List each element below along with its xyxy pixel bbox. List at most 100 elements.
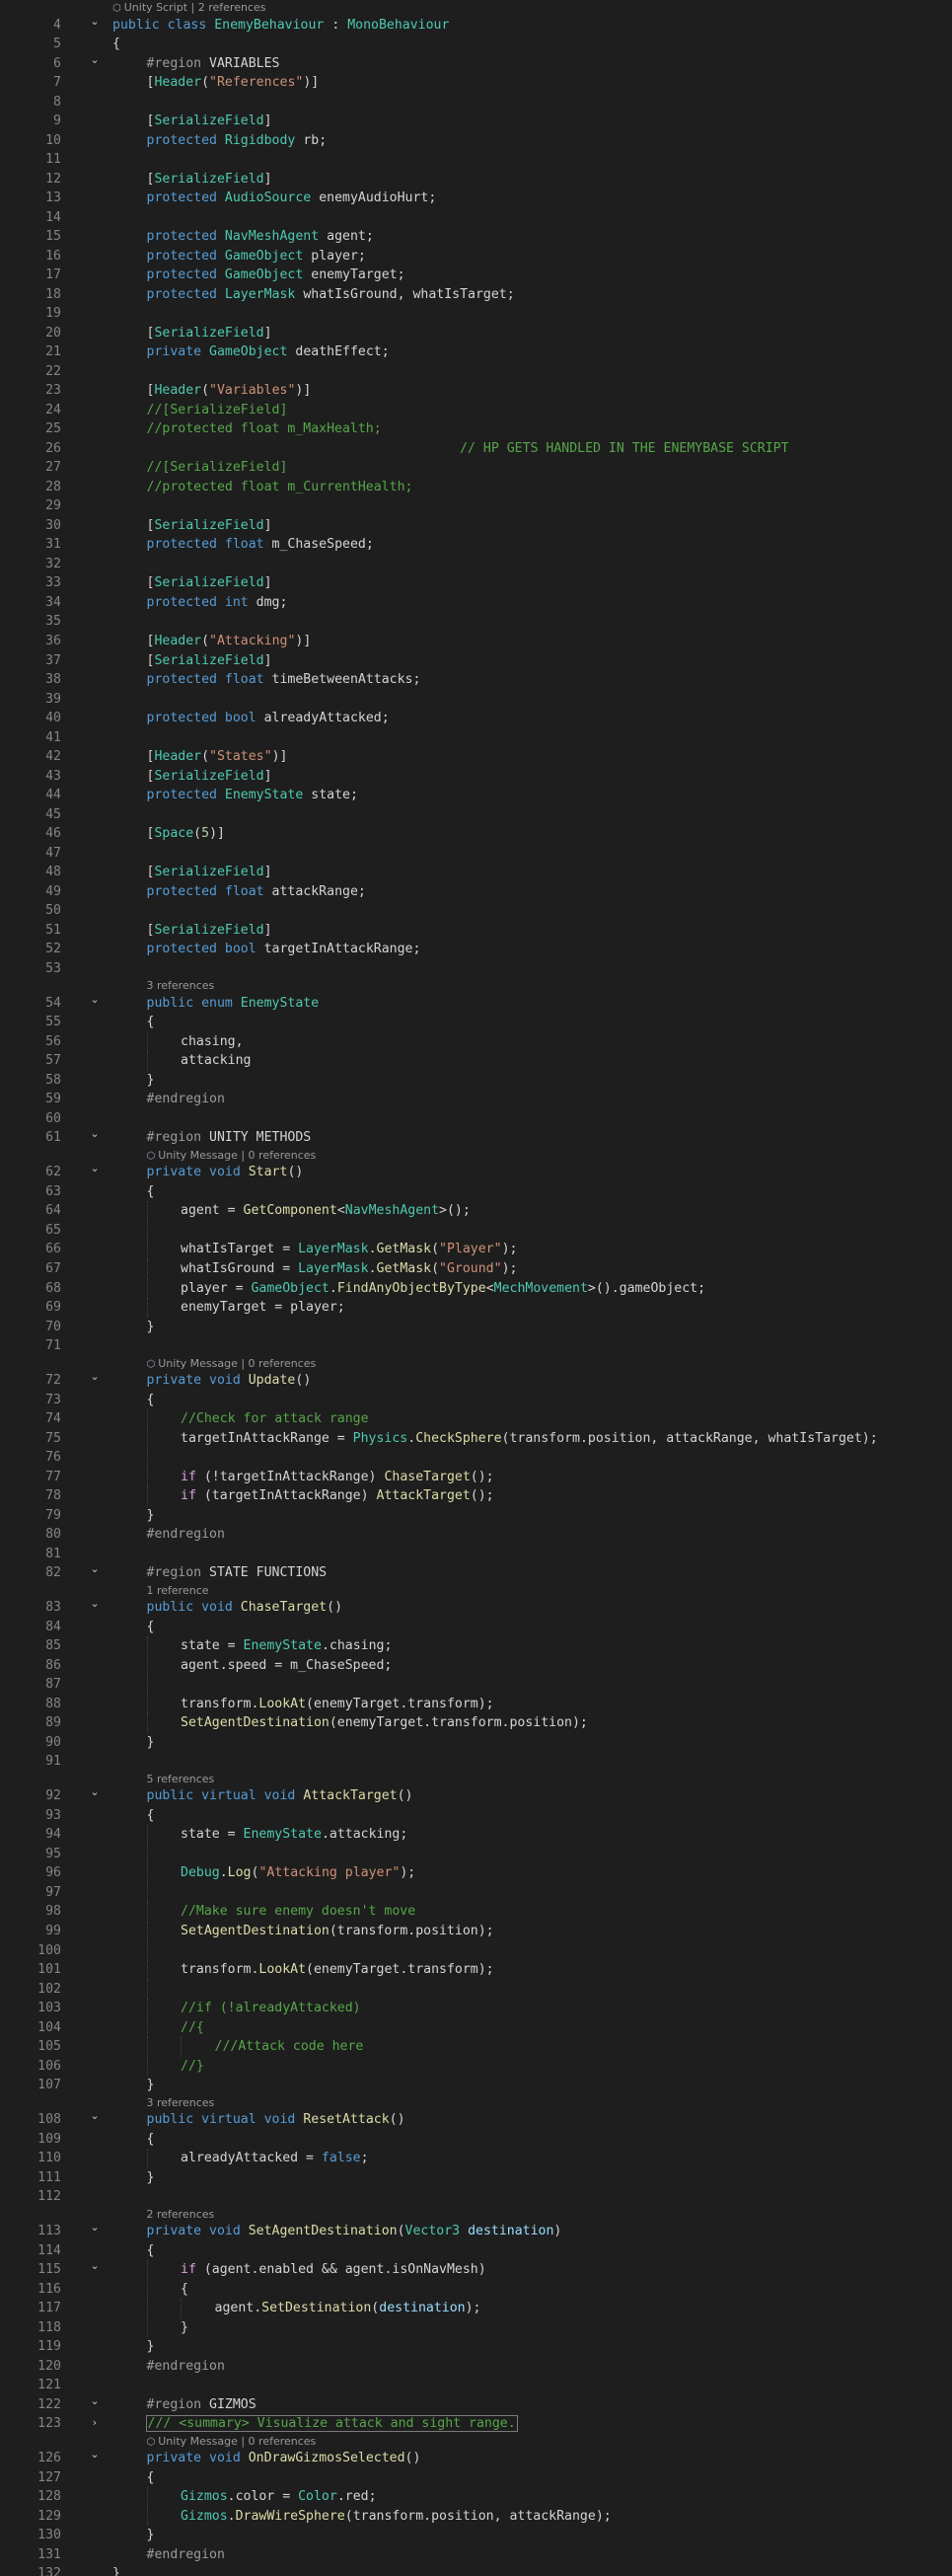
code-text[interactable]: /// <summary> Visualize attack and sight… [145,2414,518,2434]
code-text[interactable]: } [112,2564,120,2576]
code-text[interactable]: whatIsGround = LayerMask.GetMask("Ground… [181,1259,517,1279]
code-text[interactable]: //{ [181,2018,204,2038]
code-text[interactable]: [SerializeField] [147,921,272,941]
code-text[interactable]: [SerializeField] [147,651,272,671]
codelens[interactable]: ⬡ Unity Message | 0 references [147,1356,317,1373]
code-text[interactable]: public class EnemyBehaviour : MonoBehavi… [112,16,449,36]
code-text[interactable]: Debug.Log("Attacking player"); [181,1863,415,1883]
code-text[interactable]: [SerializeField] [147,516,272,536]
code-text[interactable]: transform.LookAt(enemyTarget.transform); [181,1695,494,1714]
code-text[interactable]: player = GameObject.FindAnyObjectByType<… [181,1279,705,1299]
codelens[interactable]: 3 references [147,2095,215,2111]
code-text[interactable]: } [147,1506,155,1526]
code-text[interactable]: { [147,2130,155,2150]
code-text[interactable]: Gizmos.DrawWireSphere(transform.position… [181,2507,612,2527]
code-text[interactable]: state = EnemyState.chasing; [181,1636,392,1656]
code-text[interactable]: SetAgentDestination(enemyTarget.transfor… [181,1713,588,1733]
codelens-text[interactable]: 3 references [147,2096,215,2109]
codelens-text[interactable]: Unity Message | 0 references [158,1149,316,1162]
code-text[interactable]: { [147,1391,155,1410]
code-text[interactable]: agent.speed = m_ChaseSpeed; [181,1656,392,1676]
codelens-text[interactable]: Unity Message | 0 references [158,2435,316,2448]
code-text[interactable]: [Space(5)] [147,824,225,844]
code-text[interactable]: private void Update() [147,1371,312,1391]
code-text[interactable]: agent = GetComponent<NavMeshAgent>(); [181,1201,471,1221]
code-text[interactable]: public enum EnemyState [147,994,320,1014]
code-text[interactable]: protected AudioSource enemyAudioHurt; [147,189,437,208]
code-text[interactable]: agent.SetDestination(destination); [215,2299,481,2318]
code-text[interactable]: transform.LookAt(enemyTarget.transform); [181,1960,494,1980]
code-text[interactable]: } [147,1733,155,1753]
chevron-down-icon[interactable]: ⌄ [89,53,101,66]
codelens-text[interactable]: 5 references [147,1773,215,1785]
code-text[interactable]: { [112,35,120,54]
code-text[interactable]: //[SerializeField] [147,458,288,478]
code-text[interactable]: if (agent.enabled && agent.isOnNavMesh) [181,2260,486,2280]
code-text[interactable]: protected int dmg; [147,593,288,613]
code-text[interactable]: chasing, [181,1032,244,1052]
code-text[interactable]: [Header("Attacking")] [147,632,312,651]
code-text[interactable]: //Make sure enemy doesn't move [181,1902,415,1922]
chevron-down-icon[interactable]: ⌄ [89,1128,101,1140]
codelens[interactable]: 3 references [147,978,215,994]
code-text[interactable]: { [147,2468,155,2488]
code-text[interactable]: { [181,2280,188,2300]
code-text[interactable]: } [147,1071,155,1091]
code-text[interactable]: #endregion [147,1525,225,1545]
code-text[interactable]: [Header("Variables")] [147,381,312,401]
code-text[interactable]: //} [181,2057,204,2077]
chevron-down-icon[interactable]: ⌄ [89,1371,101,1383]
code-text[interactable]: protected bool alreadyAttacked; [147,709,390,728]
code-text[interactable]: { [147,1618,155,1637]
code-text[interactable]: } [147,2168,155,2188]
codelens[interactable]: 5 references [147,1772,215,1787]
code-text[interactable]: //Check for attack range [181,1409,369,1429]
code-text[interactable]: [SerializeField] [147,324,272,343]
chevron-down-icon[interactable]: ⌄ [89,1598,101,1610]
code-text[interactable]: protected float m_ChaseSpeed; [147,535,374,555]
codelens[interactable]: 1 reference [147,1583,209,1599]
codelens-text[interactable]: 3 references [147,979,215,992]
code-text[interactable]: } [147,2076,155,2095]
code-text[interactable]: #endregion [147,2545,225,2565]
code-text[interactable]: } [147,1318,155,1337]
code-text[interactable]: private void Start() [147,1163,304,1182]
chevron-down-icon[interactable]: ⌄ [89,993,101,1006]
code-text[interactable]: [SerializeField] [147,767,272,787]
codelens[interactable]: ⬡ Unity Script | 2 references [112,0,266,17]
code-text[interactable]: state = EnemyState.attacking; [181,1825,407,1845]
code-text[interactable]: if (targetInAttackRange) AttackTarget(); [181,1486,494,1506]
code-text[interactable]: } [147,2337,155,2357]
codelens[interactable]: 2 references [147,2207,215,2223]
chevron-down-icon[interactable]: ⌄ [89,2110,101,2122]
code-text[interactable]: private void SetAgentDestination(Vector3… [147,2222,562,2241]
chevron-down-icon[interactable]: ⌄ [89,15,101,28]
code-text[interactable]: ///Attack code here [215,2037,364,2057]
code-text[interactable]: [Header("States")] [147,747,288,767]
code-text[interactable]: whatIsTarget = LayerMask.GetMask("Player… [181,1240,517,1259]
code-text[interactable]: public void ChaseTarget() [147,1598,343,1618]
code-text[interactable]: [SerializeField] [147,112,272,131]
code-text[interactable]: [SerializeField] [147,863,272,882]
code-text[interactable]: #region UNITY METHODS [147,1128,312,1148]
chevron-down-icon[interactable]: ⌄ [89,1163,101,1174]
code-text[interactable]: [SerializeField] [147,573,272,593]
chevron-down-icon[interactable]: ⌄ [89,1563,101,1575]
code-text[interactable]: #endregion [147,1090,225,1109]
codelens[interactable]: ⬡ Unity Message | 0 references [147,2434,317,2451]
code-text[interactable]: private GameObject deathEffect; [147,342,390,362]
code-text[interactable]: //protected float m_MaxHealth; [147,419,382,439]
code-text[interactable]: [SerializeField] [147,170,272,189]
chevron-down-icon[interactable]: ⌄ [89,2260,101,2272]
code-text[interactable]: enemyTarget = player; [181,1298,345,1318]
chevron-down-icon[interactable]: ⌄ [89,2222,101,2234]
code-text[interactable]: protected EnemyState state; [147,786,358,805]
chevron-down-icon[interactable]: ⌄ [89,1786,101,1798]
code-text[interactable]: #endregion [147,2357,225,2377]
code-text[interactable]: private void OnDrawGizmosSelected() [147,2449,421,2468]
code-text[interactable]: //protected float m_CurrentHealth; [147,478,413,497]
code-text[interactable]: } [147,2526,155,2545]
code-editor[interactable]: ⬡ Unity Script | 2 references 4 ⌄ public cla… [0,0,952,2576]
code-text[interactable]: protected float attackRange; [147,882,366,902]
code-text[interactable]: // HP GETS HANDLED IN THE ENEMYBASE SCRI… [147,439,788,459]
